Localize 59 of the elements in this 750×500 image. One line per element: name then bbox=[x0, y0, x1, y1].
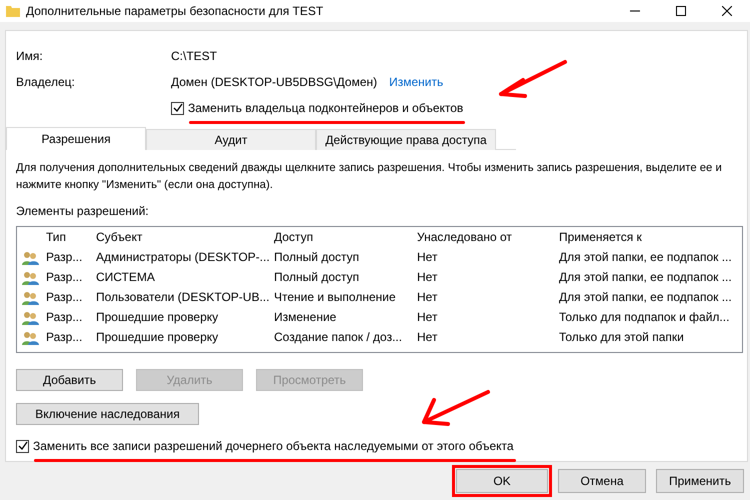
checkbox-label: Заменить все записи разрешений дочернего объекта наследуемыми от этого объекта bbox=[33, 438, 514, 455]
tab[interactable]: Действующие права доступа bbox=[316, 129, 496, 150]
dialog-button[interactable]: Отмена bbox=[558, 469, 646, 493]
table-cell-text: Нет bbox=[416, 269, 438, 286]
table-cell-text: Для этой папки, ее подпапок ... bbox=[558, 289, 733, 306]
table-cell-text: Администраторы (DESKTOP-... bbox=[95, 249, 269, 266]
change-link[interactable]: Изменить bbox=[389, 73, 444, 91]
users-icon bbox=[22, 310, 39, 325]
column-header[interactable]: Применяется к bbox=[554, 228, 739, 246]
table-cell-text: Создание папок / доз... bbox=[273, 329, 404, 346]
field-value: Домен (DESKTOP-UB5DBSG\Домен) bbox=[171, 74, 378, 91]
table-cell-text: СИСТЕМА bbox=[95, 269, 156, 286]
checkbox-label: Заменить владельца подконтейнеров и объектов bbox=[188, 100, 464, 117]
table-cell-text: Только для этой папки bbox=[558, 329, 685, 346]
field-label: Владелец: bbox=[16, 74, 76, 91]
table-cell-text: Разр... bbox=[45, 269, 84, 286]
action-button[interactable]: Добавить bbox=[16, 369, 123, 391]
table-cell-text: Для этой папки, ее подпапок ... bbox=[558, 269, 733, 286]
field-label: Имя: bbox=[16, 48, 44, 65]
column-header[interactable]: Субъект bbox=[91, 228, 269, 246]
table-cell-text: Нет bbox=[416, 249, 438, 266]
column-header[interactable]: Доступ bbox=[269, 228, 412, 246]
list-caption: Элементы разрешений: bbox=[16, 203, 150, 220]
table-cell-text: Полный доступ bbox=[273, 249, 360, 266]
table-cell-text: Разр... bbox=[45, 249, 84, 266]
table-cell-text: Полный доступ bbox=[273, 269, 360, 286]
table-cell-text: Разр... bbox=[45, 329, 84, 346]
close-icon[interactable] bbox=[722, 6, 732, 16]
maximize-icon[interactable] bbox=[676, 6, 686, 16]
folder-icon bbox=[6, 5, 20, 17]
window-title: Дополнительные параметры безопасности для TEST bbox=[26, 3, 324, 20]
users-icon bbox=[22, 290, 39, 305]
table-cell-text: Нет bbox=[416, 289, 438, 306]
table-cell-text: Чтение и выполнение bbox=[273, 289, 397, 306]
table-cell-text: Изменение bbox=[273, 309, 338, 326]
tab[interactable]: Разрешения bbox=[6, 127, 146, 150]
dialog-button[interactable]: Применить bbox=[656, 469, 744, 493]
annotation-arrow bbox=[497, 58, 569, 100]
annotation-arrow bbox=[420, 388, 492, 428]
checkbox[interactable] bbox=[171, 102, 184, 114]
inheritance-button[interactable]: Включение наследования bbox=[16, 403, 199, 425]
table-cell-text: Нет bbox=[416, 309, 438, 326]
table-cell-text: Для этой папки, ее подпапок ... bbox=[558, 249, 733, 266]
tab[interactable]: Аудит bbox=[146, 129, 316, 150]
table-cell-text: Разр... bbox=[45, 309, 84, 326]
checkbox[interactable] bbox=[16, 440, 29, 452]
column-header[interactable]: Унаследовано от bbox=[412, 228, 554, 246]
table-cell-text: Нет bbox=[416, 329, 438, 346]
table-cell-text: Прошедшие проверку bbox=[95, 309, 220, 326]
users-icon bbox=[22, 270, 39, 285]
users-icon bbox=[22, 330, 39, 345]
table-cell-text: Разр... bbox=[45, 289, 84, 306]
users-icon bbox=[22, 250, 39, 265]
description-text: Для получения дополнительных сведений дважды щелкните запись разрешения. Чтобы изменить запись разрешения, выделите ее и нажмите кнопку "Изменить" (если она доступна). bbox=[16, 161, 723, 193]
table-cell-text: Пользователи (DESKTOP-UB... bbox=[95, 289, 269, 306]
field-value: C:\TEST bbox=[171, 48, 218, 65]
table-cell-text: Прошедшие проверку bbox=[95, 329, 220, 346]
table-cell-text: Только для подпапок и файл... bbox=[558, 309, 730, 326]
column-header[interactable]: Тип bbox=[41, 228, 91, 246]
